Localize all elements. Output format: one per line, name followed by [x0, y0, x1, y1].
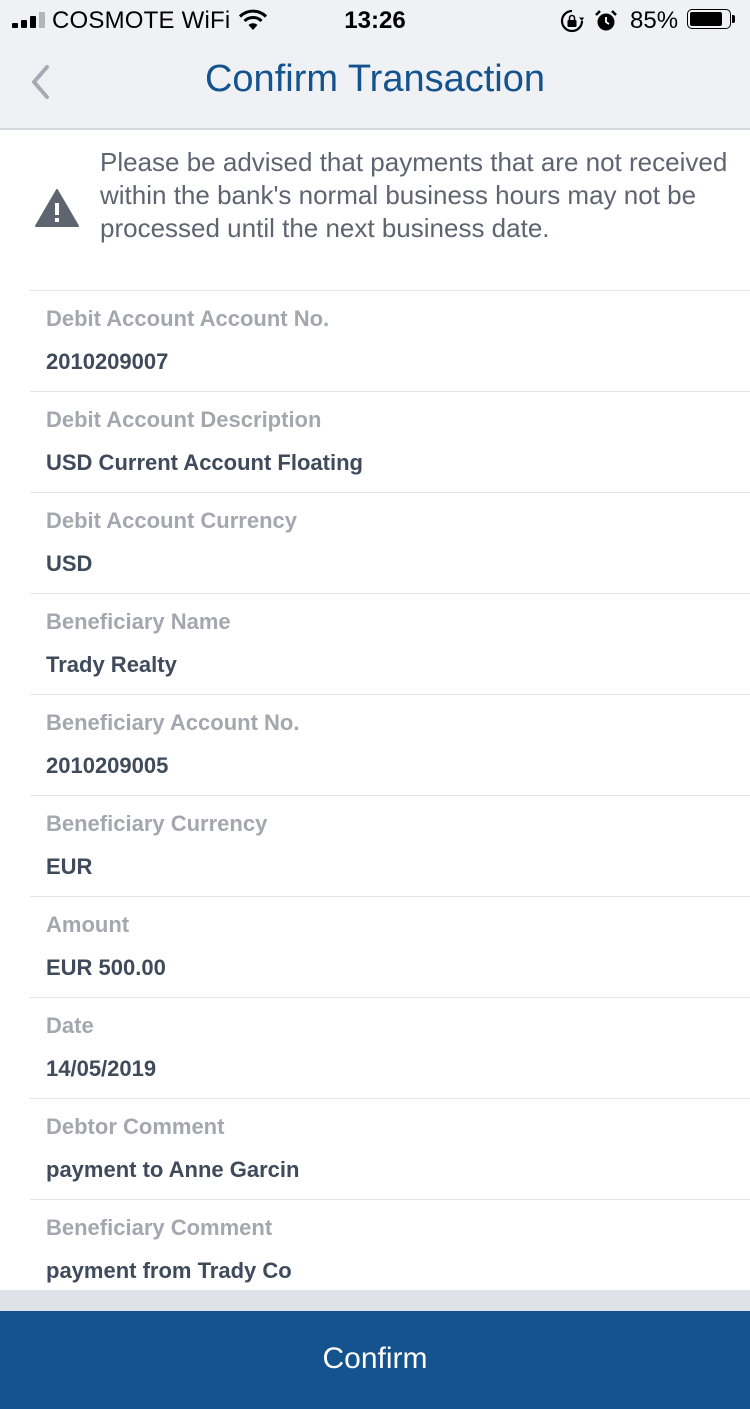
footer-divider	[0, 1290, 750, 1311]
battery-icon	[687, 9, 737, 31]
detail-value: payment from Trady Co	[46, 1258, 292, 1283]
detail-debit-account-currency: Debit Account Currency USD	[30, 492, 750, 593]
detail-value: 2010209005	[46, 753, 169, 778]
detail-value: EUR	[46, 854, 93, 879]
detail-beneficiary-comment: Beneficiary Comment payment from Trady C…	[30, 1199, 750, 1300]
detail-value: USD	[46, 551, 93, 576]
detail-value: USD Current Account Floating	[46, 450, 363, 475]
detail-beneficiary-currency: Beneficiary Currency EUR	[30, 795, 750, 896]
notice-text: Please be advised that payments that are…	[100, 147, 728, 243]
detail-label: Debtor Comment	[46, 1114, 225, 1139]
detail-label: Beneficiary Name	[46, 609, 231, 634]
detail-value: Trady Realty	[46, 652, 177, 677]
detail-value: EUR 500.00	[46, 955, 166, 980]
detail-label: Beneficiary Currency	[46, 811, 268, 836]
rotation-lock-icon	[560, 9, 584, 33]
confirm-button[interactable]: Confirm	[0, 1311, 750, 1409]
detail-label: Debit Account Account No.	[46, 306, 330, 331]
alarm-icon	[595, 10, 617, 31]
detail-label: Beneficiary Account No.	[46, 710, 300, 735]
detail-beneficiary-account-number: Beneficiary Account No. 2010209005	[30, 694, 750, 795]
detail-debit-account-description: Debit Account Description USD Current Ac…	[30, 391, 750, 492]
navigation-header: Confirm Transaction	[0, 40, 750, 130]
detail-label: Amount	[46, 912, 130, 937]
detail-amount: Amount EUR 500.00	[30, 896, 750, 997]
detail-date: Date 14/05/2019	[30, 997, 750, 1098]
detail-debtor-comment: Debtor Comment payment to Anne Garcin	[30, 1098, 750, 1199]
detail-label: Date	[46, 1013, 94, 1038]
detail-value: 14/05/2019	[46, 1056, 157, 1081]
status-bar: COSMOTE WiFi 13:26 85%	[0, 0, 750, 40]
detail-value: 2010209007	[46, 349, 169, 374]
detail-debit-account-number: Debit Account Account No. 2010209007	[30, 290, 750, 391]
business-hours-notice: Please be advised that payments that are…	[0, 130, 750, 290]
warning-icon	[35, 189, 79, 227]
detail-label: Beneficiary Comment	[46, 1215, 273, 1240]
detail-value: payment to Anne Garcin	[46, 1157, 300, 1182]
detail-beneficiary-name: Beneficiary Name Trady Realty	[30, 593, 750, 694]
detail-label: Debit Account Description	[46, 407, 322, 432]
transaction-details: Debit Account Account No. 2010209007 Deb…	[0, 290, 750, 1300]
detail-label: Debit Account Currency	[46, 508, 298, 533]
page-title: Confirm Transaction	[204, 58, 545, 100]
battery-percentage: 85%	[630, 7, 679, 34]
